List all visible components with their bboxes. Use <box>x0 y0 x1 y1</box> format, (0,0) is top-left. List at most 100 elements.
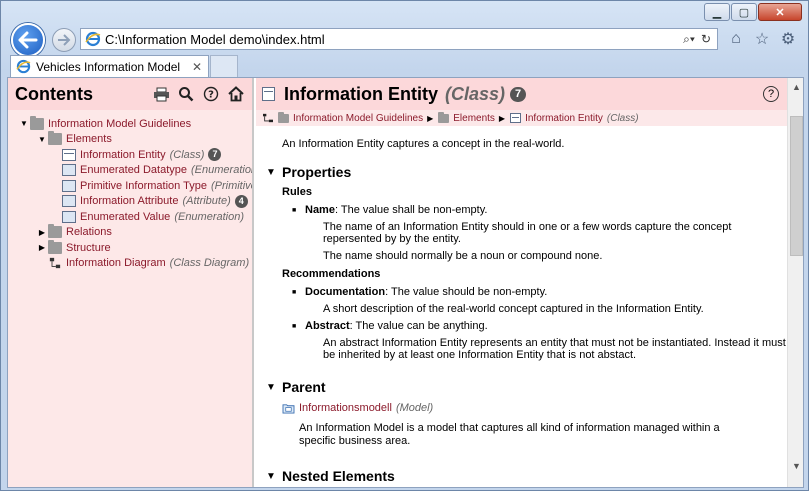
tree-node-type: (Enumeration) <box>174 210 245 223</box>
tree-node-primitive-information-type[interactable]: Primitive Information Type (Primitive) <box>8 178 252 194</box>
tree-node-information-attribute[interactable]: Information Attribute (Attribute) 4 <box>8 194 252 210</box>
parent-description: An Information Model is a model that cap… <box>299 422 720 447</box>
entity-header: Information Entity (Class) 7 ? <box>256 78 787 110</box>
class-icon <box>262 87 275 101</box>
refresh-icon[interactable]: ↻ <box>701 32 711 47</box>
count-badge: 4 <box>234 194 248 208</box>
rule-description: The name should normally be a noun or co… <box>323 250 603 262</box>
tree-node-label[interactable]: Structure <box>66 242 111 254</box>
attribute-icon <box>62 195 76 208</box>
tree-node-label[interactable]: Relations <box>66 226 112 238</box>
parent-name[interactable]: Informationsmodell <box>299 402 392 414</box>
parent-link-row[interactable]: Informationsmodell (Model) <box>282 402 787 414</box>
recommendations-heading: Recommendations <box>282 268 381 280</box>
url-text[interactable]: C:\Information Model demo\index.html <box>105 32 683 47</box>
help-icon[interactable]: ? <box>201 84 221 104</box>
entity-body: An Information Entity captures a concept… <box>256 126 787 484</box>
print-icon[interactable] <box>151 84 171 104</box>
folder-icon <box>438 111 450 123</box>
favorites-star-icon[interactable]: ☆ <box>752 29 772 49</box>
tree-node-label[interactable]: Enumerated Datatype <box>80 164 187 176</box>
tree-node-relations[interactable]: ▶ Relations <box>8 224 252 241</box>
folder-icon <box>48 239 62 254</box>
breadcrumb-item-type: (Class) <box>606 112 639 124</box>
collapse-toggle-icon[interactable]: ▼ <box>266 382 282 393</box>
properties-heading[interactable]: ▼ Properties <box>266 164 787 180</box>
home-icon[interactable] <box>226 84 246 104</box>
contents-tree: ▼ Information Model Guidelines ▼ Element… <box>8 110 252 271</box>
search-icon[interactable] <box>176 84 196 104</box>
rule-name: Name: The value shall be non-empty. The … <box>292 204 787 262</box>
folder-icon <box>48 224 62 239</box>
maximize-button[interactable]: ▢ <box>731 3 757 21</box>
folder-icon <box>30 115 44 130</box>
folder-icon <box>278 111 289 123</box>
vertical-scrollbar[interactable]: ▲ ▼ <box>787 78 803 487</box>
toolbar-icons: ⌂ ☆ ⚙ <box>726 29 798 49</box>
contents-title: Contents <box>15 83 93 104</box>
enumeration-icon <box>62 164 76 177</box>
expand-toggle-icon[interactable]: ▶ <box>36 228 48 237</box>
gear-icon[interactable]: ⚙ <box>778 29 798 49</box>
tree-node-type: (Attribute) <box>182 195 231 208</box>
tree-node-label[interactable]: Information Attribute <box>80 195 178 207</box>
tab-vehicles-information-model[interactable]: Vehicles Information Model ✕ <box>10 55 209 77</box>
rule-description: The name of an Information Entity should… <box>323 221 732 245</box>
help-icon[interactable]: ? <box>763 86 779 102</box>
expand-toggle-icon[interactable]: ▶ <box>36 243 48 252</box>
recommendation-value: : The value can be anything. <box>349 320 488 332</box>
tab-title: Vehicles Information Model <box>36 59 181 74</box>
recommendation-description: An abstract Information Entity represent… <box>323 337 786 361</box>
breadcrumb-item-information-entity[interactable]: Information Entity <box>525 113 603 124</box>
breadcrumb-item-elements[interactable]: Elements <box>453 113 495 124</box>
breadcrumb-item-guidelines[interactable]: Information Model Guidelines <box>293 113 423 124</box>
tree-node-enumerated-datatype[interactable]: Enumerated Datatype (Enumeration) <box>8 163 252 179</box>
tree-node-enumerated-value[interactable]: Enumerated Value (Enumeration) <box>8 209 252 225</box>
entity-pane: Information Entity (Class) 7 ? Informati… <box>256 78 787 487</box>
tree-node-label[interactable]: Elements <box>66 133 112 145</box>
count-badge: 7 <box>208 148 222 162</box>
scrollbar-thumb[interactable] <box>790 116 803 256</box>
home-icon[interactable]: ⌂ <box>726 29 746 49</box>
tab-close-icon[interactable]: ✕ <box>190 60 204 74</box>
rule-value: : The value shall be non-empty. <box>334 204 488 216</box>
entity-title: Information Entity <box>284 83 438 104</box>
svg-text:?: ? <box>208 90 214 101</box>
search-icon[interactable]: ⌕▾ <box>683 32 695 47</box>
parent-heading[interactable]: ▼ Parent <box>266 379 787 395</box>
scroll-up-icon[interactable]: ▲ <box>792 82 801 92</box>
rule-term: Name <box>305 204 335 216</box>
model-folder-icon <box>282 403 295 414</box>
recommendation-documentation: Documentation: The value should be non-e… <box>292 286 787 315</box>
breadcrumb-separator-icon: ▶ <box>427 113 434 123</box>
tree-node-information-entity[interactable]: Information Entity (Class) 7 <box>8 147 252 163</box>
ie-tab-icon <box>16 59 31 74</box>
tree-node-label[interactable]: Enumerated Value <box>80 211 170 223</box>
tree-node-label[interactable]: Information Diagram <box>66 257 166 269</box>
scroll-down-icon[interactable]: ▼ <box>792 461 801 471</box>
tree-node-structure[interactable]: ▶ Structure <box>8 239 252 256</box>
forward-button[interactable] <box>52 28 76 52</box>
nested-elements-heading[interactable]: ▼ Nested Elements <box>266 468 787 484</box>
tree-node-information-model-guidelines[interactable]: ▼ Information Model Guidelines <box>8 115 252 132</box>
minimize-button[interactable]: ▁ <box>704 3 730 21</box>
expand-toggle-icon[interactable]: ▼ <box>36 135 48 144</box>
collapse-toggle-icon[interactable]: ▼ <box>266 471 282 482</box>
parent-type: (Model) <box>395 402 434 414</box>
ie-page-icon <box>85 31 101 47</box>
expand-toggle-icon[interactable]: ▼ <box>18 119 30 128</box>
tree-node-elements[interactable]: ▼ Elements <box>8 131 252 148</box>
tree-node-label[interactable]: Information Model Guidelines <box>48 118 191 130</box>
new-tab-button[interactable] <box>210 55 238 77</box>
contents-pane: Contents ? ▼ Information Model Guideline… <box>8 78 254 487</box>
close-window-button[interactable]: ✕ <box>758 3 802 21</box>
entity-type: (Class) <box>445 83 506 104</box>
address-bar[interactable]: C:\Information Model demo\index.html ⌕▾ … <box>80 28 718 50</box>
back-button[interactable] <box>11 23 45 57</box>
recommendation-term: Documentation <box>305 286 386 298</box>
tree-node-label[interactable]: Information Entity <box>80 149 166 161</box>
window-controls: ▁ ▢ ✕ <box>704 3 802 21</box>
tree-node-label[interactable]: Primitive Information Type <box>80 180 207 192</box>
collapse-toggle-icon[interactable]: ▼ <box>266 167 282 178</box>
tree-node-information-diagram[interactable]: Information Diagram (Class Diagram) <box>8 256 252 272</box>
